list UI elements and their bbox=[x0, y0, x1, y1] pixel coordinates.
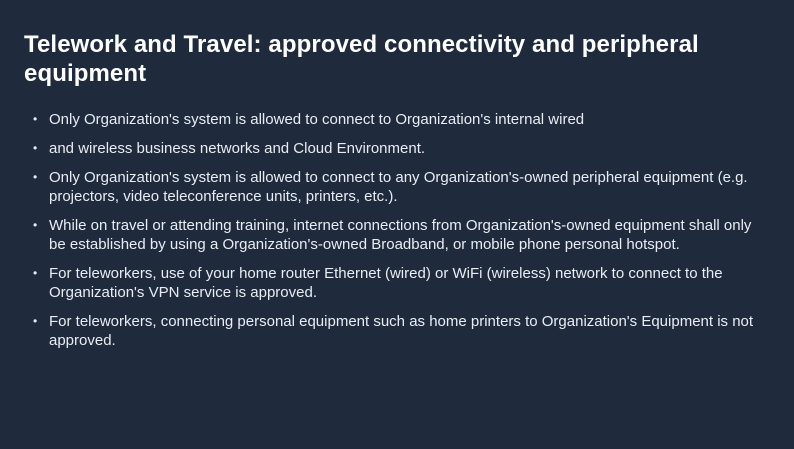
bullet-dot-icon: • bbox=[33, 218, 38, 232]
bullet-item: • For teleworkers, connecting personal e… bbox=[24, 312, 770, 350]
slide: Telework and Travel: approved connectivi… bbox=[0, 0, 794, 449]
bullet-list: • Only Organization's system is allowed … bbox=[24, 110, 770, 350]
bullet-item: • For teleworkers, use of your home rout… bbox=[24, 264, 770, 302]
bullet-text: For teleworkers, use of your home router… bbox=[49, 265, 723, 301]
bullet-item: • While on travel or attending training,… bbox=[24, 216, 770, 254]
bullet-dot-icon: • bbox=[33, 170, 38, 184]
bullet-text: and wireless business networks and Cloud… bbox=[49, 140, 426, 157]
bullet-dot-icon: • bbox=[33, 141, 38, 155]
bullet-dot-icon: • bbox=[33, 266, 38, 280]
bullet-dot-icon: • bbox=[33, 314, 38, 328]
bullet-text: Only Organization's system is allowed to… bbox=[49, 111, 585, 128]
bullet-text: While on travel or attending training, i… bbox=[49, 217, 752, 253]
bullet-dot-icon: • bbox=[33, 112, 38, 126]
bullet-text: Only Organization's system is allowed to… bbox=[49, 169, 748, 205]
bullet-item: • Only Organization's system is allowed … bbox=[24, 168, 770, 206]
bullet-item: • and wireless business networks and Clo… bbox=[24, 139, 770, 158]
slide-title: Telework and Travel: approved connectivi… bbox=[24, 31, 699, 87]
bullet-item: • Only Organization's system is allowed … bbox=[24, 110, 770, 129]
bullet-text: For teleworkers, connecting personal equ… bbox=[49, 313, 754, 349]
